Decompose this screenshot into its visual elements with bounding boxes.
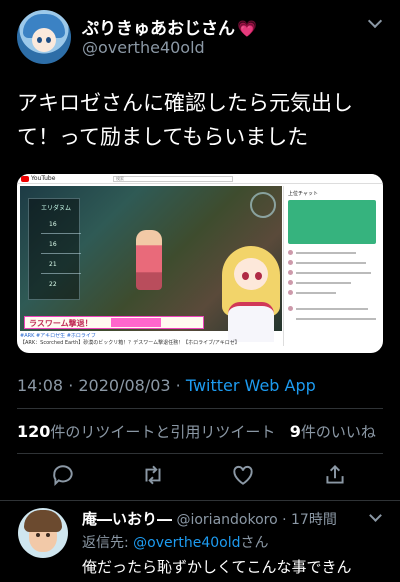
chat-user-icon	[288, 290, 293, 295]
video-caption: #ARK #アキロゼ生 #ホロライブ 【ARK：Scorched Earth】砂…	[20, 333, 282, 347]
reply-to-suffix: さん	[240, 535, 269, 551]
like-label[interactable]: 件のいいね	[301, 423, 376, 441]
like-count[interactable]: 9	[290, 422, 301, 441]
tweet-media-image[interactable]: YouTube 検索 エリダヌム 16 16 21 22 ラスワーム撃退！ 上位…	[17, 174, 383, 353]
youtube-search-box: 検索	[113, 176, 233, 182]
avatar-face	[32, 28, 56, 52]
game-panel-line	[41, 233, 81, 234]
chat-line	[296, 292, 336, 294]
vtuber-face	[234, 258, 268, 290]
live-chat-panel: 上位チャット	[283, 186, 381, 346]
game-video-frame: エリダヌム 16 16 21 22 ラスワーム撃退！	[20, 186, 282, 342]
vtuber-eye	[242, 272, 249, 280]
reply-to-line: 返信先: @overthe40oldさん	[82, 532, 269, 552]
tweet-timestamp: 14:08 · 2020/08/03 · Twitter Web App	[17, 376, 316, 395]
author-name-text: ぷりきゅあおじさん	[82, 19, 235, 39]
video-caption-tags: #ARK #アキロゼ生 #ホロライブ	[20, 333, 96, 339]
vtuber-avatar	[218, 246, 284, 342]
chat-row	[288, 270, 376, 276]
author-handle[interactable]: @overthe40old	[82, 38, 205, 57]
reply-header: 庵―いおり― @ioriandokoro · 17時間	[82, 508, 337, 529]
chat-user-icon	[288, 250, 293, 255]
game-panel-number: 16	[49, 221, 57, 228]
stream-banner-text: ラスワーム撃退！	[29, 319, 93, 328]
tweet-time-text: 14:08 · 2020/08/03 ·	[17, 376, 186, 395]
chat-row	[288, 306, 376, 312]
stream-banner: ラスワーム撃退！	[24, 316, 204, 329]
chat-row	[288, 280, 376, 286]
game-panel-line	[41, 253, 81, 254]
chat-row	[288, 290, 376, 296]
retweet-icon[interactable]	[140, 462, 166, 488]
tweet-source-link[interactable]: Twitter Web App	[186, 376, 316, 395]
reply-avatar-eye	[36, 533, 40, 537]
youtube-topbar: YouTube 検索	[17, 174, 383, 184]
chat-title: 上位チャット	[288, 191, 318, 197]
chat-row	[288, 316, 376, 322]
heart-emoji-icon: 💗	[237, 19, 257, 38]
author-avatar[interactable]	[17, 10, 71, 64]
game-panel-title: エリダヌム	[41, 205, 72, 212]
chevron-down-icon[interactable]	[367, 13, 383, 29]
retweet-count[interactable]: 120	[17, 422, 50, 441]
youtube-logo-icon	[21, 176, 29, 182]
avatar-eye	[37, 37, 42, 43]
chevron-down-icon[interactable]	[369, 509, 382, 522]
game-panel-line	[41, 273, 81, 274]
tweet-text: アキロゼさんに確認したら元気出して！って励ましてもらいました	[17, 91, 353, 149]
chat-line	[296, 272, 371, 274]
reply-avatar-hair	[24, 510, 62, 532]
chat-line	[296, 262, 366, 264]
chat-line	[296, 252, 356, 254]
game-panel-number: 16	[49, 241, 57, 248]
chat-user-icon	[288, 280, 293, 285]
reply-handle-time[interactable]: @ioriandokoro · 17時間	[172, 512, 336, 528]
reply-icon[interactable]	[50, 462, 76, 488]
reply-tweet[interactable]: 庵―いおり― @ioriandokoro · 17時間 返信先: @overth…	[0, 501, 400, 582]
tweet-actions	[0, 458, 400, 492]
chat-line	[296, 318, 376, 320]
reply-to-mention[interactable]: @overthe40old	[133, 535, 240, 551]
reply-author-avatar[interactable]	[18, 508, 68, 558]
game-map-panel: エリダヌム 16 16 21 22	[28, 198, 81, 300]
chat-user-icon	[288, 270, 293, 275]
youtube-logo-text: YouTube	[31, 175, 56, 182]
reply-text: 俺だったら恥ずかしくてこんな事できん	[82, 558, 352, 576]
chat-pinned-message	[288, 200, 376, 244]
chat-row	[288, 260, 376, 266]
divider	[17, 408, 383, 409]
chat-user-icon	[288, 306, 293, 311]
chat-line	[296, 282, 351, 284]
divider	[17, 453, 383, 454]
video-caption-title: 【ARK：Scorched Earth】砂漠のビックリ箱！？デスワーム撃退任務！…	[20, 340, 240, 346]
author-display-name[interactable]: ぷりきゅあおじさん 💗	[82, 14, 257, 39]
chat-user-icon	[288, 260, 293, 265]
game-character	[136, 230, 162, 290]
game-panel-number: 21	[49, 261, 57, 268]
share-icon[interactable]	[322, 462, 348, 488]
vtuber-eye	[255, 272, 262, 280]
avatar-eye	[46, 37, 51, 43]
like-icon[interactable]	[230, 462, 256, 488]
tweet-header: ぷりきゅあおじさん 💗 @overthe40old	[0, 0, 400, 82]
reply-to-label: 返信先:	[82, 535, 134, 551]
chat-row	[288, 250, 376, 256]
reply-avatar-eye	[46, 533, 50, 537]
reply-author-name[interactable]: 庵―いおり―	[82, 510, 172, 528]
chat-line	[296, 308, 368, 310]
retweet-label[interactable]: 件のリツイートと引用リツイート	[50, 423, 275, 441]
stream-banner-box	[111, 318, 161, 327]
game-panel-number: 22	[49, 281, 57, 288]
tweet-stats: 120件のリツイートと引用リツイート 9件のいいね	[17, 421, 376, 442]
game-compass-icon	[250, 192, 276, 218]
